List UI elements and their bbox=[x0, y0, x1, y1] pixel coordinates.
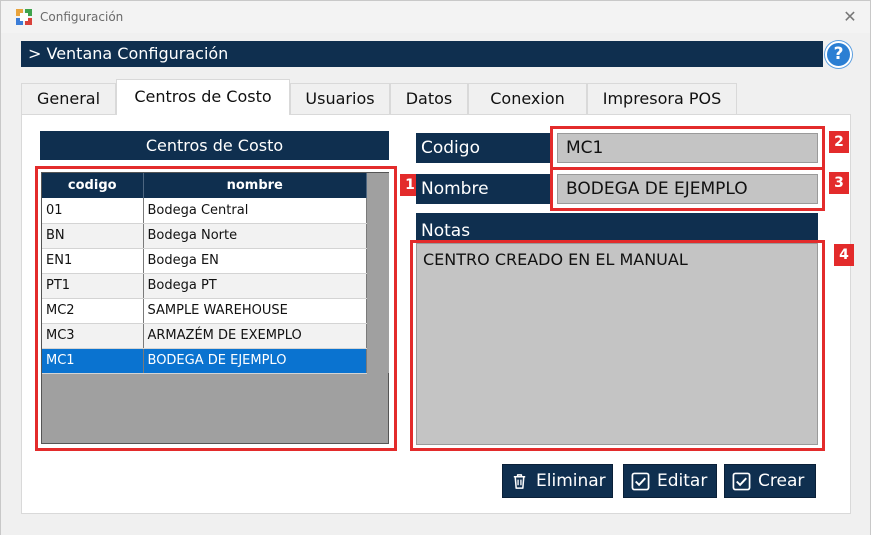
tab-general[interactable]: General bbox=[21, 83, 116, 114]
highlight-box-3 bbox=[550, 167, 825, 211]
tab-centros-de-costo[interactable]: Centros de Costo bbox=[116, 79, 290, 115]
section-header: > Ventana Configuración bbox=[21, 41, 823, 67]
window-title: Configuración bbox=[40, 10, 124, 24]
check-square-icon bbox=[732, 472, 751, 491]
section-header-title: > Ventana Configuración bbox=[28, 44, 229, 63]
crear-button[interactable]: Crear bbox=[724, 464, 816, 498]
tab-conexion[interactable]: Conexion bbox=[468, 83, 587, 114]
highlight-box-1 bbox=[35, 166, 397, 451]
highlight-box-2 bbox=[550, 126, 825, 170]
highlight-box-4 bbox=[410, 240, 825, 451]
cost-centers-title: Centros de Costo bbox=[40, 131, 389, 160]
tab-impresora-pos[interactable]: Impresora POS bbox=[587, 83, 737, 114]
app-icon bbox=[16, 9, 32, 25]
codigo-label: Codigo bbox=[416, 133, 550, 163]
editar-button[interactable]: Editar bbox=[623, 464, 717, 498]
close-icon[interactable]: ✕ bbox=[837, 5, 863, 29]
eliminar-label: Eliminar bbox=[536, 471, 606, 491]
window-client-area: > Ventana Configuración ? General Centro… bbox=[1, 33, 870, 535]
crear-label: Crear bbox=[758, 471, 805, 491]
callout-badge-3: 3 bbox=[829, 172, 849, 194]
trash-icon bbox=[513, 474, 526, 489]
callout-badge-4: 4 bbox=[834, 244, 854, 266]
title-bar: Configuración ✕ bbox=[1, 1, 870, 33]
help-icon[interactable]: ? bbox=[825, 41, 852, 68]
editar-label: Editar bbox=[657, 471, 708, 491]
tab-usuarios[interactable]: Usuarios bbox=[290, 83, 390, 114]
callout-badge-2: 2 bbox=[829, 131, 849, 153]
notas-label: Notas bbox=[416, 213, 818, 243]
configuration-window: Configuración ✕ > Ventana Configuración … bbox=[0, 0, 871, 535]
nombre-label: Nombre bbox=[416, 174, 550, 204]
eliminar-button[interactable]: Eliminar bbox=[502, 464, 613, 498]
check-square-icon bbox=[631, 472, 650, 491]
tab-datos[interactable]: Datos bbox=[390, 83, 468, 114]
